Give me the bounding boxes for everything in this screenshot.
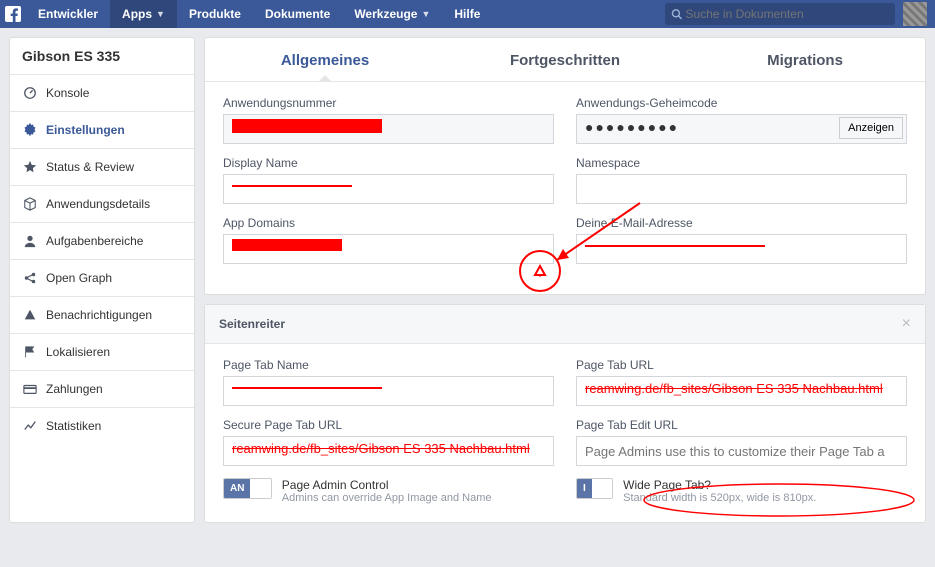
nav-werkzeuge-label: Werkzeuge [354, 7, 417, 21]
sidebar-item-label: Anwendungsdetails [46, 197, 150, 211]
dashboard-icon [22, 85, 38, 101]
redacted-text: reamwing.de/fb_sites/Gibson ES 335 Nachb… [232, 441, 530, 456]
pagetab-title: Seitenreiter [219, 317, 285, 331]
pagetab-secure-url-field[interactable]: reamwing.de/fb_sites/Gibson ES 335 Nachb… [223, 436, 554, 466]
tab-allgemeines[interactable]: Allgemeines [205, 38, 445, 81]
card-icon [22, 381, 38, 397]
redacted-strike [585, 245, 765, 247]
wide-tab-sub: Standard width is 520px, wide is 810px. [623, 492, 816, 504]
sidebar-item-opengraph[interactable]: Open Graph [10, 260, 194, 297]
toggle-on-label: AN [224, 479, 250, 498]
nav-produkte[interactable]: Produkte [177, 0, 253, 28]
facebook-logo[interactable] [0, 0, 26, 28]
wide-tab-toggle[interactable]: I [576, 478, 613, 499]
sidebar-item-label: Aufgabenbereiche [46, 234, 143, 248]
admin-control-title: Page Admin Control [282, 478, 492, 492]
pagetab-edit-url-label: Page Tab Edit URL [576, 418, 907, 432]
sidebar-item-anwendungsdetails[interactable]: Anwendungsdetails [10, 186, 194, 223]
sidebar-item-zahlungen[interactable]: Zahlungen [10, 371, 194, 408]
app-id-label: Anwendungsnummer [223, 96, 554, 110]
namespace-field[interactable] [576, 174, 907, 204]
cube-icon [22, 196, 38, 212]
doc-search[interactable] [665, 3, 895, 25]
app-domains-field[interactable] [223, 234, 554, 264]
nav-entwickler[interactable]: Entwickler [26, 0, 110, 28]
nav-apps-label: Apps [122, 7, 152, 21]
pagetab-header: Seitenreiter × [205, 305, 925, 344]
alert-icon [22, 307, 38, 323]
sidebar-item-label: Zahlungen [46, 382, 103, 396]
sidebar-item-einstellungen[interactable]: Einstellungen [10, 112, 194, 149]
app-secret-label: Anwendungs-Geheimcode [576, 96, 907, 110]
settings-tabs: Allgemeines Fortgeschritten Migrations [205, 38, 925, 82]
app-domains-label: App Domains [223, 216, 554, 230]
admin-control-toggle[interactable]: AN [223, 478, 272, 499]
pagetab-url-label: Page Tab URL [576, 358, 907, 372]
flag-icon [22, 344, 38, 360]
chevron-down-icon: ▼ [156, 9, 165, 19]
nav-werkzeuge[interactable]: Werkzeuge ▼ [342, 0, 442, 28]
sidebar-item-label: Status & Review [46, 160, 134, 174]
close-icon[interactable]: × [902, 315, 911, 333]
wide-tab-title: Wide Page Tab? [623, 478, 816, 492]
chevron-down-icon: ▼ [421, 9, 430, 19]
share-icon [22, 270, 38, 286]
show-secret-button[interactable]: Anzeigen [839, 117, 903, 139]
redacted-strike [232, 387, 382, 389]
pagetab-name-label: Page Tab Name [223, 358, 554, 372]
avatar[interactable] [903, 2, 927, 26]
pagetab-name-field[interactable] [223, 376, 554, 406]
top-navbar: Entwickler Apps ▼ Produkte Dokumente Werk… [0, 0, 935, 28]
sidebar-item-label: Konsole [46, 86, 89, 100]
sidebar-item-lokalisieren[interactable]: Lokalisieren [10, 334, 194, 371]
sidebar-app-title: Gibson ES 335 [10, 38, 194, 75]
toggle-off [592, 479, 612, 498]
redacted-block [232, 119, 382, 133]
app-id-field [223, 114, 554, 144]
search-icon [671, 8, 682, 20]
gear-icon [22, 122, 38, 138]
sidebar-item-label: Lokalisieren [46, 345, 110, 359]
admin-control-sub: Admins can override App Image and Name [282, 492, 492, 504]
nav-apps[interactable]: Apps ▼ [110, 0, 177, 28]
sidebar-item-konsole[interactable]: Konsole [10, 75, 194, 112]
redacted-text: reamwing.de/fb_sites/Gibson ES 335 Nachb… [585, 381, 883, 396]
settings-panel: Allgemeines Fortgeschritten Migrations A… [204, 37, 926, 295]
sidebar-item-benachrichtigungen[interactable]: Benachrichtigungen [10, 297, 194, 334]
main-content: Allgemeines Fortgeschritten Migrations A… [204, 37, 926, 523]
tab-migrations[interactable]: Migrations [685, 38, 925, 81]
display-name-field[interactable] [223, 174, 554, 204]
redacted-strike [232, 185, 352, 187]
sidebar-item-statistiken[interactable]: Statistiken [10, 408, 194, 444]
sidebar-item-label: Benachrichtigungen [46, 308, 152, 322]
toggle-off [250, 479, 270, 498]
sidebar-item-label: Open Graph [46, 271, 112, 285]
redacted-block [232, 239, 342, 251]
pagetab-panel: Seitenreiter × Page Tab Name Page Tab UR… [204, 304, 926, 523]
toggle-on-label: I [577, 479, 592, 498]
person-icon [22, 233, 38, 249]
star-icon [22, 159, 38, 175]
pagetab-edit-url-field[interactable] [576, 436, 907, 466]
namespace-label: Namespace [576, 156, 907, 170]
email-label: Deine E-Mail-Adresse [576, 216, 907, 230]
tab-fortgeschritten[interactable]: Fortgeschritten [445, 38, 685, 81]
app-secret-value: ●●●●●●●●● [585, 119, 679, 135]
display-name-label: Display Name [223, 156, 554, 170]
sidebar-item-label: Einstellungen [46, 123, 125, 137]
sidebar: Gibson ES 335 Konsole Einstellungen Stat… [9, 37, 195, 523]
nav-dokumente[interactable]: Dokumente [253, 0, 342, 28]
pagetab-secure-url-label: Secure Page Tab URL [223, 418, 554, 432]
sidebar-item-label: Statistiken [46, 419, 101, 433]
pagetab-url-field[interactable]: reamwing.de/fb_sites/Gibson ES 335 Nachb… [576, 376, 907, 406]
chart-icon [22, 418, 38, 434]
doc-search-input[interactable] [686, 7, 889, 21]
sidebar-item-status[interactable]: Status & Review [10, 149, 194, 186]
nav-hilfe[interactable]: Hilfe [442, 0, 492, 28]
email-field[interactable] [576, 234, 907, 264]
sidebar-item-aufgabenbereiche[interactable]: Aufgabenbereiche [10, 223, 194, 260]
